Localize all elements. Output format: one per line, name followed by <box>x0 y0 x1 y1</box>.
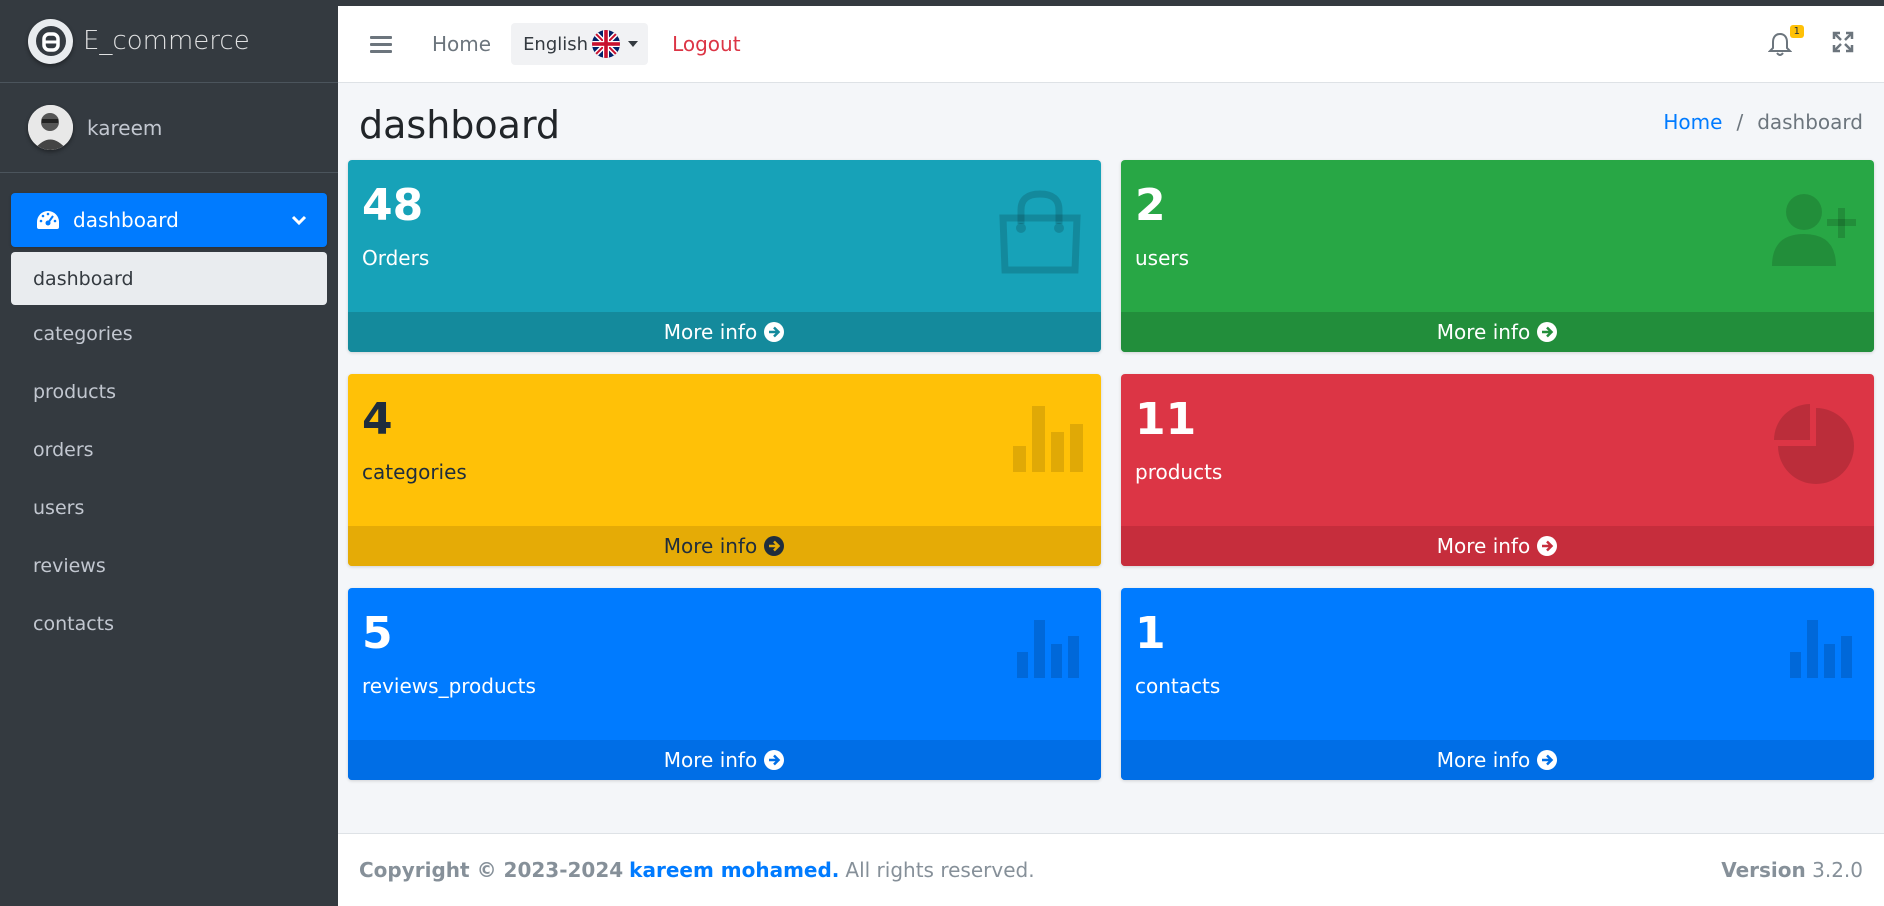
rights-text: All rights reserved. <box>845 858 1035 882</box>
box-value: 4 <box>362 394 393 445</box>
more-info-label: More info <box>1436 748 1531 772</box>
more-info-label: More info <box>663 534 758 558</box>
sidebar-item-label: dashboard <box>33 267 134 290</box>
user-name: kareem <box>87 115 163 140</box>
bar-chart-icon <box>1788 616 1856 684</box>
more-info-label: More info <box>1436 320 1531 344</box>
box-label: users <box>1135 246 1190 270</box>
box-label: Orders <box>362 246 430 270</box>
sidebar-item-users[interactable]: users <box>11 479 327 537</box>
expand-icon <box>1832 31 1854 53</box>
sidebar-item-label: categories <box>33 323 133 345</box>
brand-link[interactable]: E_commerce <box>0 0 338 83</box>
brand-logo-icon <box>28 18 73 64</box>
sidebar-item-orders[interactable]: orders <box>11 421 327 479</box>
more-info-label: More info <box>1436 534 1531 558</box>
more-info-label: More info <box>663 320 758 344</box>
box-label: categories <box>362 460 467 484</box>
page-title: dashboard <box>359 103 561 147</box>
language-dropdown[interactable]: English <box>511 23 649 65</box>
menu-toggle-icon[interactable] <box>370 32 392 57</box>
version-label: Version <box>1721 858 1806 882</box>
arrow-circle-right-icon <box>764 536 785 556</box>
arrow-circle-right-icon <box>1537 322 1558 342</box>
arrow-circle-right-icon <box>1537 536 1558 556</box>
arrow-circle-right-icon <box>764 322 785 342</box>
box-value: 5 <box>362 608 393 659</box>
caret-down-icon <box>628 41 639 47</box>
tachometer-icon <box>37 211 59 229</box>
sidebar-item-categories[interactable]: categories <box>11 305 327 363</box>
contacts-box: 1 contacts More info <box>1121 588 1874 780</box>
more-info-link[interactable]: More info <box>348 740 1101 780</box>
fullscreen-button[interactable] <box>1832 31 1854 57</box>
sidebar-item-reviews[interactable]: reviews <box>11 537 327 595</box>
chevron-down-icon <box>291 215 307 226</box>
arrow-circle-right-icon <box>1537 750 1558 770</box>
sidebar: E_commerce kareem dashboard dashboard ca… <box>0 0 338 906</box>
breadcrumb-separator: / <box>1736 110 1744 134</box>
shopping-bag-icon <box>997 188 1083 278</box>
user-plus-icon <box>1770 188 1856 272</box>
notification-badge: 1 <box>1789 25 1804 38</box>
orders-box: 48 Orders More info <box>348 160 1101 352</box>
sidebar-item-contacts[interactable]: contacts <box>11 595 327 653</box>
more-info-link[interactable]: More info <box>348 526 1101 566</box>
bar-chart-icon <box>1011 402 1083 478</box>
categories-box: 4 categories More info <box>348 374 1101 566</box>
sidebar-item-label: dashboard <box>73 208 179 232</box>
box-value: 1 <box>1135 608 1166 659</box>
author-link[interactable]: kareem mohamed. <box>629 858 839 882</box>
more-info-link[interactable]: More info <box>1121 740 1874 780</box>
box-value: 48 <box>362 180 424 231</box>
content-header: dashboard Home / dashboard <box>338 83 1884 160</box>
box-label: reviews_products <box>362 674 536 698</box>
top-strip <box>0 0 1884 6</box>
sidebar-nav: dashboard dashboard categories products … <box>0 193 338 653</box>
uk-flag-icon <box>592 30 621 58</box>
user-panel[interactable]: kareem <box>0 83 338 173</box>
box-value: 11 <box>1135 394 1197 445</box>
bell-icon <box>1767 32 1793 56</box>
notifications-button[interactable]: 1 <box>1767 25 1804 57</box>
sidebar-item-label: reviews <box>33 555 106 577</box>
version-info: Version 3.2.0 <box>1721 858 1863 882</box>
sidebar-item-dashboard[interactable]: dashboard <box>11 252 327 305</box>
breadcrumb-home-link[interactable]: Home <box>1663 110 1722 134</box>
products-box: 11 products More info <box>1121 374 1874 566</box>
breadcrumb: Home / dashboard <box>1663 110 1863 134</box>
box-value: 2 <box>1135 180 1166 231</box>
bar-chart-icon <box>1015 616 1083 684</box>
language-label: English <box>523 33 589 55</box>
avatar <box>28 105 73 150</box>
logout-link[interactable]: Logout <box>672 32 740 56</box>
brand-name: E_commerce <box>83 26 250 56</box>
box-label: contacts <box>1135 674 1221 698</box>
top-navbar: Home English Logout 1 <box>338 6 1884 83</box>
copyright-text: Copyright © 2023-2024 <box>359 858 624 882</box>
box-label: products <box>1135 460 1223 484</box>
arrow-circle-right-icon <box>764 750 785 770</box>
more-info-link[interactable]: More info <box>1121 312 1874 352</box>
sidebar-item-dashboard-group[interactable]: dashboard <box>11 193 327 247</box>
users-box: 2 users More info <box>1121 160 1874 352</box>
sidebar-item-label: users <box>33 497 85 519</box>
version-value: 3.2.0 <box>1812 858 1863 882</box>
nav-home-link[interactable]: Home <box>432 32 491 56</box>
stats-grid: 48 Orders More info 2 users More info 4 … <box>348 160 1874 780</box>
more-info-link[interactable]: More info <box>348 312 1101 352</box>
sidebar-item-label: products <box>33 381 116 403</box>
sidebar-item-label: contacts <box>33 613 115 635</box>
sidebar-item-label: orders <box>33 439 94 461</box>
more-info-link[interactable]: More info <box>1121 526 1874 566</box>
more-info-label: More info <box>663 748 758 772</box>
reviews-products-box: 5 reviews_products More info <box>348 588 1101 780</box>
breadcrumb-current: dashboard <box>1757 110 1863 134</box>
pie-chart-icon <box>1770 402 1856 492</box>
page-footer: Copyright © 2023-2024 kareem mohamed. Al… <box>338 833 1884 906</box>
sidebar-item-products[interactable]: products <box>11 363 327 421</box>
